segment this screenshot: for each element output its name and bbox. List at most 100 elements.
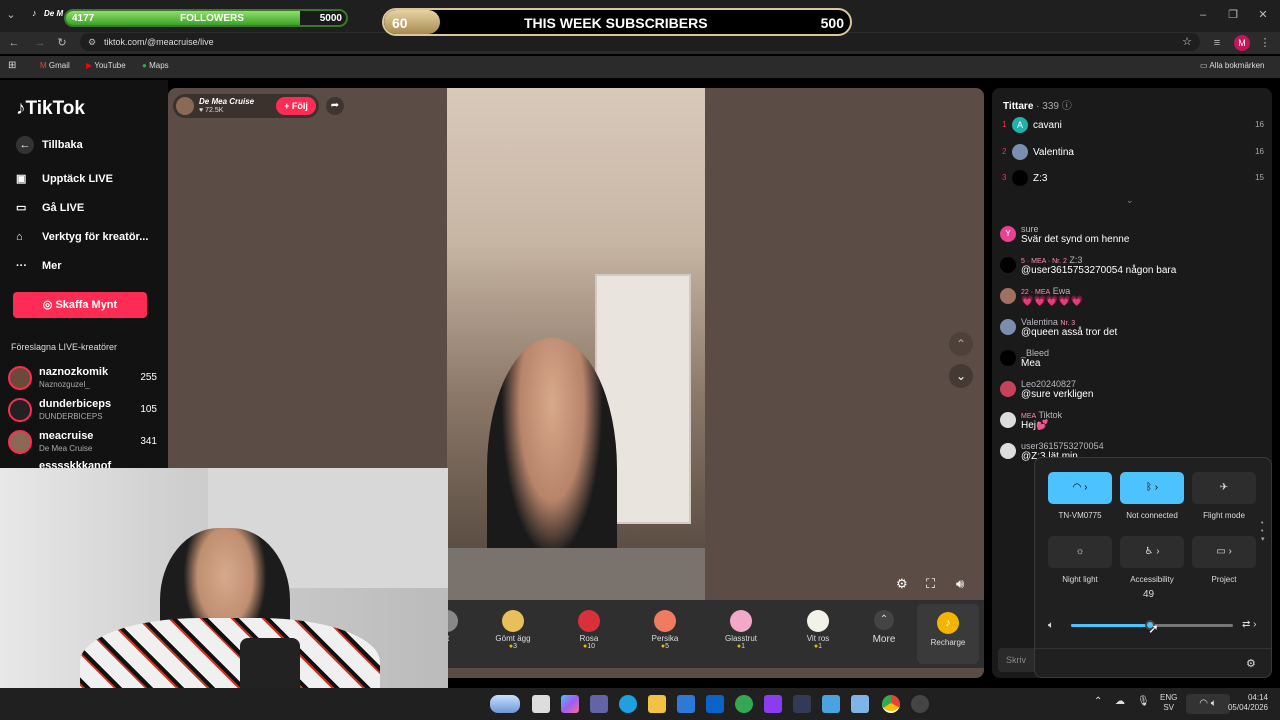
gift-item[interactable]: Vit ros ●1	[788, 610, 848, 650]
get-coins-button[interactable]: ◎ Skaffa Mynt	[13, 292, 147, 318]
gift-name: Rosa	[579, 634, 599, 643]
profile-avatar[interactable]: M	[1234, 35, 1250, 51]
gmail-icon: M	[40, 61, 47, 70]
minimize-icon[interactable]: –	[1196, 8, 1210, 22]
fullscreen-icon[interactable]: ⛶	[926, 576, 935, 592]
night-light-toggle[interactable]: ☼	[1048, 536, 1112, 568]
bookmark-gmail[interactable]: M Gmail	[40, 61, 70, 70]
chat-user-line[interactable]: 22 · MEA Ewa	[1021, 286, 1262, 296]
speaker-icon[interactable]: 🔈︎	[1048, 620, 1054, 631]
wifi-icon: ◠	[1199, 698, 1208, 709]
bookmark-star-icon[interactable]: ☆	[1182, 33, 1192, 51]
apps-grid-icon[interactable]: ⊞	[8, 60, 16, 71]
bookmark-youtube[interactable]: ▶ YouTube	[86, 61, 126, 70]
tiktok-logo[interactable]: ♪TikTok	[16, 98, 85, 120]
audio-output-icon[interactable]: ⇄ ›	[1242, 619, 1257, 630]
chat-username[interactable]: Leo20240827	[1021, 379, 1262, 389]
back-arrow-icon[interactable]: ←	[7, 36, 21, 50]
recharge-button[interactable]: ♪ Recharge	[917, 604, 979, 664]
next-stream-icon[interactable]: ⌄	[949, 364, 973, 388]
share-icon[interactable]: ➦	[326, 97, 344, 115]
viewer-name: Valentina	[1033, 147, 1074, 158]
photos-icon[interactable]	[822, 695, 840, 713]
quick-settings-panel: ◠ › TN-VM0775 ᛒ › Not connected ✈ Flight…	[1034, 457, 1272, 678]
project-toggle[interactable]: ▭ ›	[1192, 536, 1256, 568]
expand-viewers-icon[interactable]: ⌄	[1126, 195, 1134, 206]
top-viewer-row[interactable]: 1 A cavani 16	[1002, 117, 1264, 139]
weather-widget-icon[interactable]	[490, 695, 520, 713]
chat-user-line[interactable]: Valentina Nr. 3	[1021, 317, 1262, 327]
chat-text: 💗💗💗💗💗	[1021, 296, 1084, 307]
creator-item[interactable]: dunderbiceps DUNDERBICEPS 105	[8, 396, 163, 426]
close-icon[interactable]: ✕	[1256, 8, 1270, 22]
chat-username[interactable]: sure	[1021, 224, 1262, 234]
tray-chevron-icon[interactable]: ⌃	[1094, 696, 1102, 707]
creator-item[interactable]: naznozkomik Naznozguzel_ 255	[8, 364, 163, 394]
nav-go-live[interactable]: ▭ Gå LIVE	[16, 201, 84, 214]
viewers-header[interactable]: Tittare · 339 ⓘ	[1003, 97, 1072, 112]
tab-search-icon[interactable]: ⌄	[4, 8, 18, 22]
bluetooth-toggle[interactable]: ᛒ ›	[1120, 472, 1184, 504]
chrome-icon[interactable]	[882, 695, 900, 713]
microphone-icon[interactable]: 🎙︎	[1137, 696, 1150, 707]
edge-icon[interactable]	[619, 695, 637, 713]
obs-icon[interactable]	[911, 695, 929, 713]
dev-icon[interactable]	[793, 695, 811, 713]
page-dots-icon[interactable]: • • ▾	[1261, 520, 1265, 544]
viewer-avatar: A	[1012, 117, 1028, 133]
followers-goal-bar: 4177 FOLLOWERS 5000	[64, 9, 348, 27]
chat-username[interactable]: user3615753270054	[1021, 441, 1262, 451]
settings-gear-icon[interactable]: ⚙	[896, 576, 908, 592]
accessibility-toggle[interactable]: ♿︎ ›	[1120, 536, 1184, 568]
bookmark-maps[interactable]: ● Maps	[142, 61, 169, 70]
wifi-toggle[interactable]: ◠ ›	[1048, 472, 1112, 504]
language-indicator[interactable]: ENG SV	[1160, 693, 1177, 713]
all-bookmarks[interactable]: ▭ Alla bokmärken	[1200, 61, 1264, 70]
start-icon[interactable]	[532, 695, 550, 713]
mail-icon[interactable]	[706, 695, 724, 713]
follow-button[interactable]: + Följ	[276, 97, 316, 115]
chat-user-line[interactable]: MEA Tiktok	[1021, 410, 1262, 420]
menu-kebab-icon[interactable]: ⋮	[1258, 36, 1272, 50]
chat-user-line[interactable]: 5 · MEA · Nr. 2 Z:3	[1021, 255, 1262, 265]
app-icon[interactable]	[764, 695, 782, 713]
volume-icon[interactable]: 🔊︎	[956, 576, 964, 592]
creator-item[interactable]: esssskkkanof	[8, 458, 163, 468]
store-icon[interactable]	[677, 695, 695, 713]
nav-creator-tools[interactable]: ⌂ Verktyg för kreatör...	[16, 231, 148, 243]
gift-item[interactable]: Glasstrut ●1	[711, 610, 771, 650]
gift-item[interactable]: Gömt ägg ●3	[483, 610, 543, 650]
gift-item[interactable]: Persika ●5	[635, 610, 695, 650]
info-icon[interactable]: ⓘ	[1062, 101, 1072, 112]
media-icon[interactable]: ≡	[1210, 36, 1224, 50]
teams-icon[interactable]	[590, 695, 608, 713]
nav-more[interactable]: ··· Mer	[16, 260, 62, 272]
back-link[interactable]: ← Tillbaka	[16, 136, 83, 154]
file-explorer-icon[interactable]	[648, 695, 666, 713]
flight-mode-toggle[interactable]: ✈	[1192, 472, 1256, 504]
chat-text: Mea	[1021, 358, 1041, 369]
gift-item[interactable]: Rosa ●10	[559, 610, 619, 650]
maximize-icon[interactable]: ❐	[1226, 8, 1240, 22]
chat-input[interactable]: Skriv	[998, 648, 1038, 672]
tab-title[interactable]: De M	[44, 9, 63, 18]
copilot-icon[interactable]	[561, 695, 579, 713]
vpn-icon[interactable]	[735, 695, 753, 713]
forward-arrow-icon[interactable]: →	[33, 36, 47, 50]
display-icon[interactable]	[851, 695, 869, 713]
nav-discover-live[interactable]: ▣ Upptäck LIVE	[16, 172, 113, 185]
tools-icon: ⌂	[16, 231, 23, 243]
cloud-icon[interactable]: ☁	[1115, 696, 1125, 707]
previous-stream-icon[interactable]: ⌃	[949, 332, 973, 356]
reload-icon[interactable]: ↻	[55, 36, 69, 50]
top-viewer-row[interactable]: 2 Valentina 16	[1002, 144, 1264, 166]
more-gifts-button[interactable]: ⌃ More	[862, 610, 906, 645]
top-viewer-row[interactable]: 3 Z:3 15	[1002, 170, 1264, 192]
site-info-icon[interactable]: ⚙	[88, 33, 96, 51]
chat-username[interactable]: _Bleed	[1021, 348, 1262, 358]
creator-item[interactable]: meacruise De Mea Cruise 341	[8, 428, 163, 458]
viewer-score: 16	[1255, 120, 1264, 129]
clock[interactable]: 04:14 05/04/2026	[1222, 693, 1268, 713]
creator-avatar	[8, 430, 32, 454]
settings-gear-icon[interactable]: ⚙	[1246, 657, 1256, 670]
